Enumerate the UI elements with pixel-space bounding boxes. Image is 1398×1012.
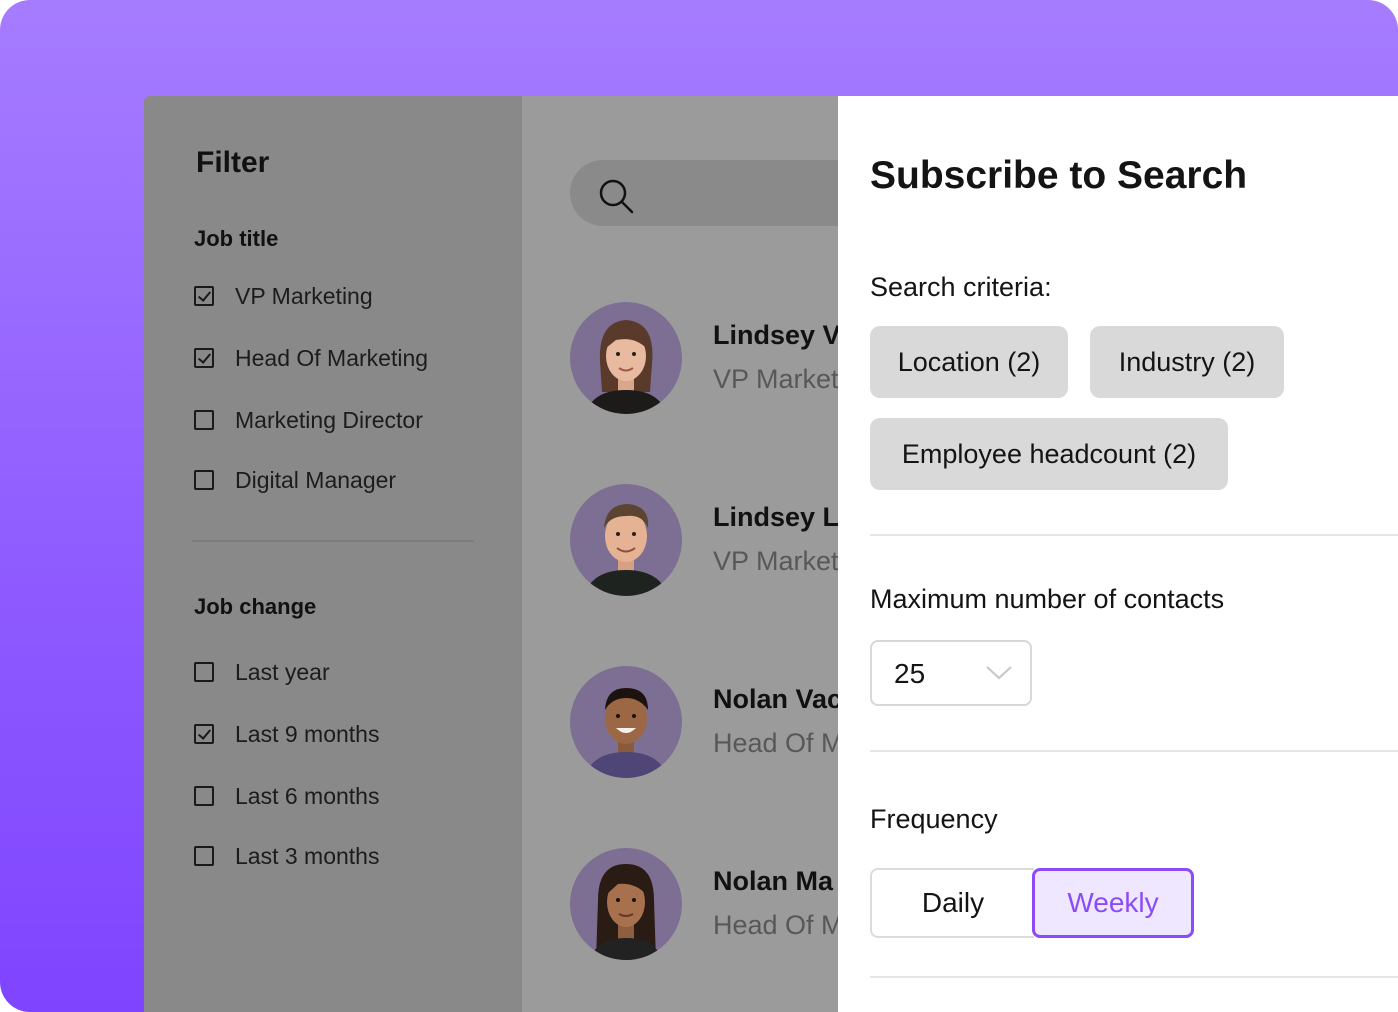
checkbox-last-6-months[interactable]: Last 6 months <box>194 782 379 810</box>
checkbox-marketing-director[interactable]: Marketing Director <box>194 406 423 434</box>
person-role: VP Market <box>713 546 838 576</box>
checkbox-checked-icon[interactable] <box>194 348 214 368</box>
filter-title: Filter <box>196 146 270 179</box>
app-window: Filter Job title VP Marketing Head Of Ma… <box>144 96 1398 1012</box>
checkbox-vp-marketing[interactable]: VP Marketing <box>194 282 373 310</box>
chip-employee-headcount[interactable]: Employee headcount (2) <box>870 418 1228 490</box>
avatar <box>570 848 682 960</box>
checkbox-label: Head Of Marketing <box>235 344 429 371</box>
checkbox-label: Marketing Director <box>235 406 423 433</box>
result-card[interactable]: Lindsey Ve VP Market <box>570 302 838 416</box>
results-list: Lindsey Ve VP Market Lindsey Lu VP Marke… <box>522 96 838 1012</box>
checkbox-checked-icon[interactable] <box>194 724 214 744</box>
person-name: Lindsey Lu <box>713 502 838 532</box>
checkbox-unchecked-icon[interactable] <box>194 786 214 806</box>
section-divider <box>870 534 1398 536</box>
checkbox-checked-icon[interactable] <box>194 286 214 306</box>
person-role: Head Of M <box>713 910 838 940</box>
chip-location[interactable]: Location (2) <box>870 326 1068 398</box>
person-role: Head Of M <box>713 728 838 758</box>
frequency-daily-button[interactable]: Daily <box>870 868 1034 938</box>
result-card[interactable]: Lindsey Lu VP Market <box>570 484 838 598</box>
checkbox-label: VP Marketing <box>235 282 373 309</box>
checkbox-unchecked-icon[interactable] <box>194 846 214 866</box>
panel-title: Subscribe to Search <box>870 154 1248 197</box>
checkbox-unchecked-icon[interactable] <box>194 470 214 490</box>
max-contacts-label: Maximum number of contacts <box>870 584 1225 614</box>
checkbox-label: Digital Manager <box>235 466 397 493</box>
person-name: Nolan Vac <box>713 684 838 714</box>
person-name: Nolan Ma <box>713 866 834 896</box>
result-card[interactable]: Nolan Vac Head Of M <box>570 666 838 780</box>
checkbox-head-of-marketing[interactable]: Head Of Marketing <box>194 344 428 372</box>
subscribe-panel: Subscribe to Search Search criteria: Loc… <box>838 96 1398 1012</box>
avatar <box>570 666 682 778</box>
max-contacts-select[interactable]: 25 <box>870 640 1032 706</box>
checkbox-last-9-months[interactable]: Last 9 months <box>194 720 379 748</box>
frequency-weekly-button[interactable]: Weekly <box>1032 868 1194 938</box>
job-title-heading: Job title <box>194 226 279 251</box>
person-role: VP Market <box>713 364 838 394</box>
checkbox-digital-manager[interactable]: Digital Manager <box>194 466 396 494</box>
chevron-down-icon <box>986 666 1012 680</box>
result-card[interactable]: Nolan Ma Head Of M <box>570 848 838 962</box>
checkbox-last-year[interactable]: Last year <box>194 658 330 686</box>
checkbox-label: Last 9 months <box>235 720 380 747</box>
person-name: Lindsey Ve <box>713 320 838 350</box>
checkbox-unchecked-icon[interactable] <box>194 662 214 682</box>
search-criteria-label: Search criteria: <box>870 272 1052 302</box>
avatar <box>570 302 682 414</box>
checkbox-label: Last 3 months <box>235 842 380 869</box>
search-input[interactable] <box>570 160 838 226</box>
filter-divider <box>192 540 474 542</box>
chip-industry[interactable]: Industry (2) <box>1090 326 1284 398</box>
checkbox-unchecked-icon[interactable] <box>194 410 214 430</box>
max-contacts-value: 25 <box>894 658 926 689</box>
filter-sidebar: Filter Job title VP Marketing Head Of Ma… <box>144 96 522 1012</box>
section-divider <box>870 750 1398 752</box>
job-change-heading: Job change <box>194 594 317 619</box>
checkbox-label: Last year <box>235 658 330 685</box>
search-icon[interactable] <box>596 176 636 216</box>
avatar <box>570 484 682 596</box>
section-divider <box>870 976 1398 978</box>
checkbox-last-3-months[interactable]: Last 3 months <box>194 842 379 870</box>
frequency-label: Frequency <box>870 804 998 834</box>
checkbox-label: Last 6 months <box>235 782 380 809</box>
